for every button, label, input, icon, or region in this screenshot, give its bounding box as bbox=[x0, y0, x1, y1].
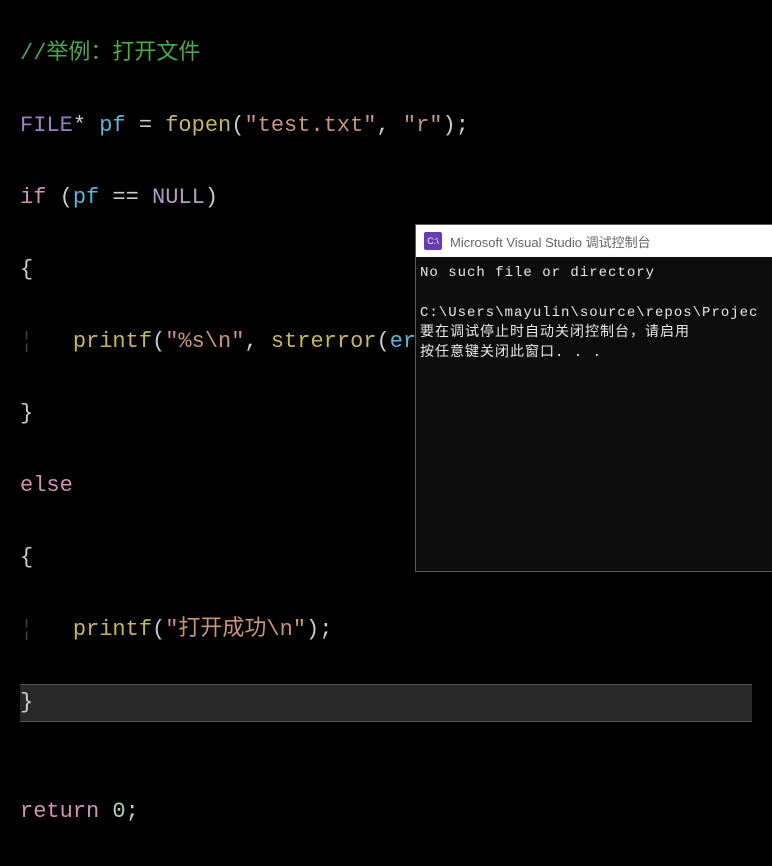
debug-console-window[interactable]: C:\ Microsoft Visual Studio 调试控制台 No suc… bbox=[415, 224, 772, 572]
code-line-12: return 0; bbox=[20, 794, 752, 830]
vs-icon: C:\ bbox=[424, 232, 442, 250]
code-line-9: ¦ printf("打开成功\n"); bbox=[20, 612, 752, 648]
code-line-blank bbox=[20, 722, 752, 758]
code-line-2: FILE* pf = fopen("test.txt", "r"); bbox=[20, 108, 752, 144]
code-line-1: //举例：打开文件 bbox=[20, 36, 752, 72]
console-output: No such file or directory C:\Users\mayul… bbox=[416, 257, 772, 369]
code-line-3: if (pf == NULL) bbox=[20, 180, 752, 216]
console-titlebar[interactable]: C:\ Microsoft Visual Studio 调试控制台 bbox=[416, 225, 772, 257]
code-line-10-highlighted: } bbox=[20, 684, 752, 722]
console-title: Microsoft Visual Studio 调试控制台 bbox=[450, 232, 651, 251]
